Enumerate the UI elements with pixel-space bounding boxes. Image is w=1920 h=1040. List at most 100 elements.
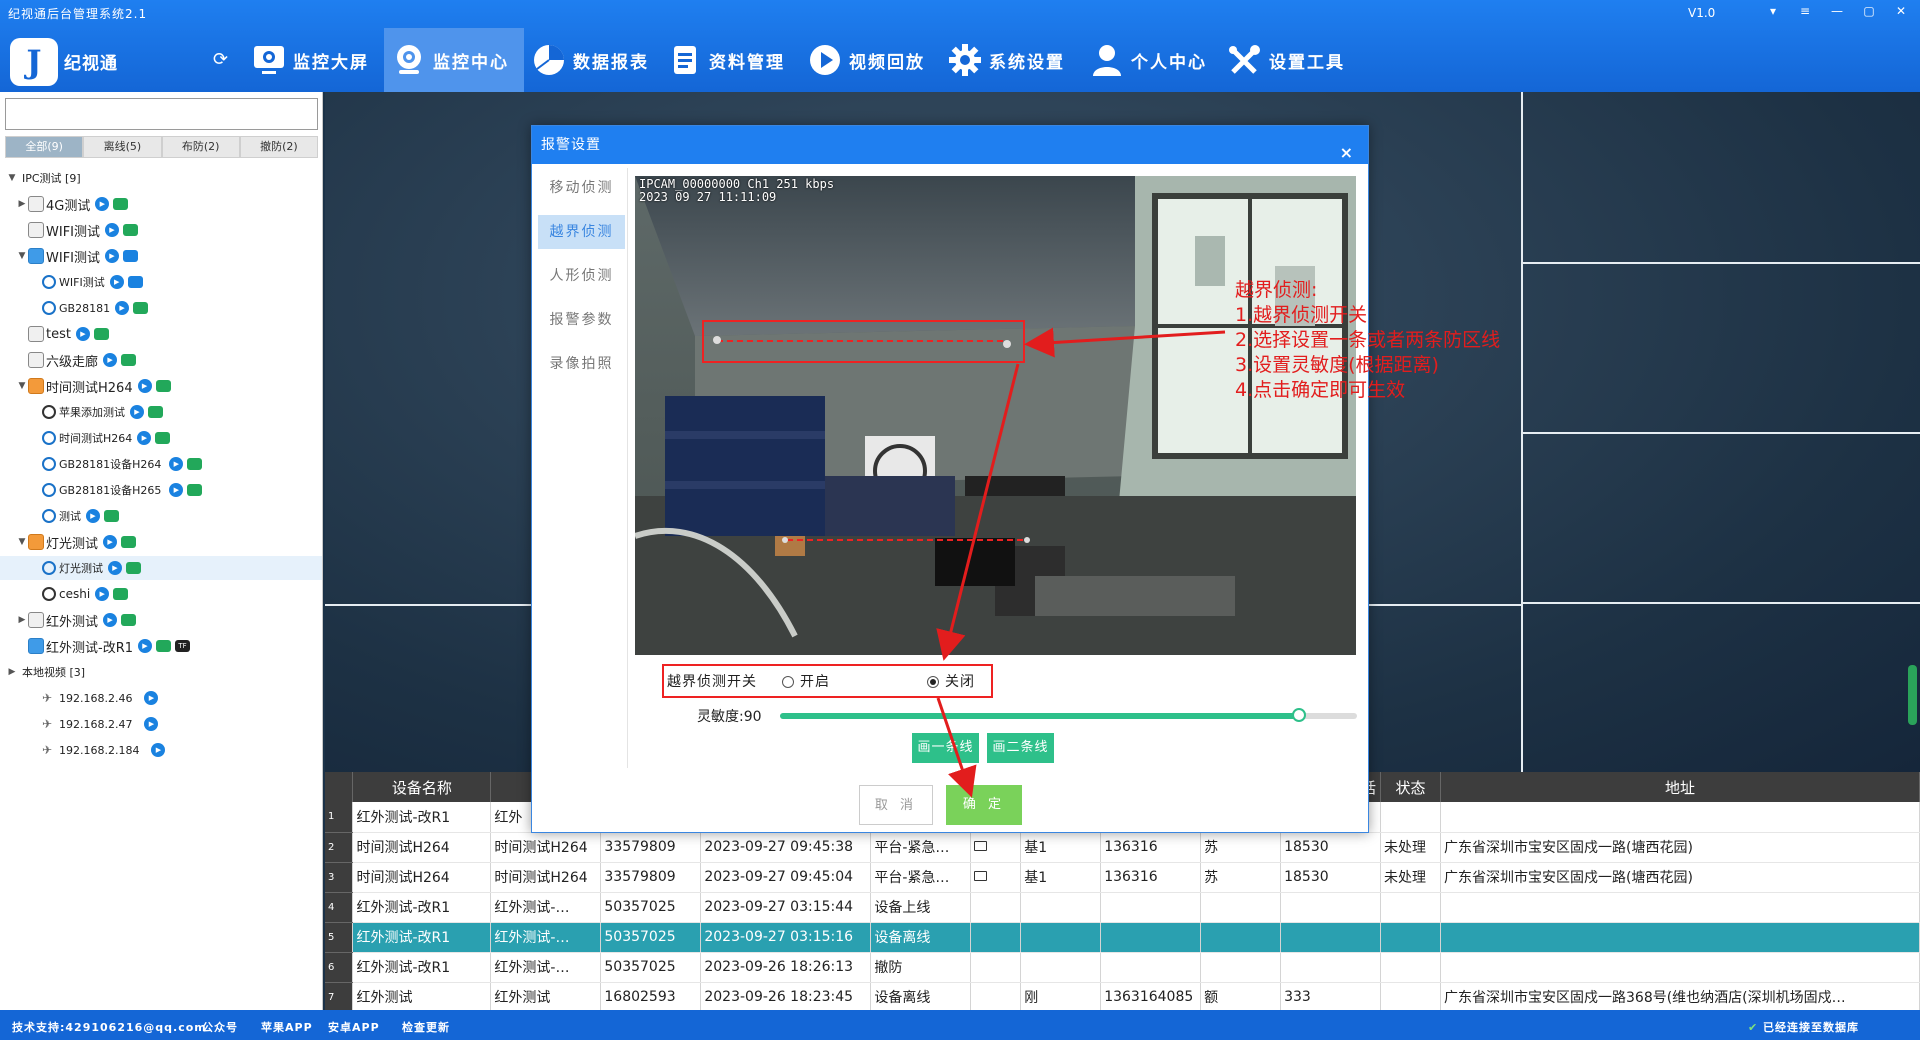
tree-item-wifi2[interactable]: ▼ WIFI测试 ▶ [16, 244, 138, 268]
nav-playback[interactable]: 视频回放 [800, 28, 936, 92]
tree-item-gb-h265[interactable]: GB28181设备H265 ▶ [42, 478, 203, 502]
close-icon[interactable]: × [1340, 134, 1354, 172]
minimize-icon[interactable]: — [1822, 2, 1852, 20]
table-row[interactable]: 7 红外测试 红外测试 16802593 2023-09-26 18:23:45 设备离线… [325, 982, 1920, 1010]
radio-off[interactable] [927, 676, 939, 688]
nav-personal-center[interactable]: 个人中心 [1082, 28, 1218, 92]
tree-item-wifi2-cam[interactable]: WIFI测试 ▶ [42, 270, 143, 294]
tree-item-ip2[interactable]: ✈ 192.168.2.47 ▶ [38, 712, 159, 736]
side-record-snapshot[interactable]: 录像拍照 [538, 347, 625, 381]
draw-one-line-button[interactable]: 画一条线 [912, 733, 979, 763]
side-human-detection[interactable]: 人形侦测 [538, 259, 625, 293]
skin-icon[interactable]: ▾ [1758, 2, 1788, 20]
camera-preview[interactable]: IPCAM_00000000 Ch1 251 kbps 2023 09 27 1… [635, 176, 1356, 655]
tree-item-apple-test[interactable]: 苹果添加测试 ▶ [42, 400, 163, 424]
tree-group-ipc[interactable]: ▼ IPC测试 [9] [6, 166, 81, 190]
tree-item-corridor[interactable]: 六级走廊 ▶ [28, 348, 137, 372]
play-icon[interactable]: ▶ [115, 301, 130, 315]
refresh-icon[interactable]: ⟳ [213, 49, 228, 70]
tree-item-light-test[interactable]: ▼ 灯光测试 ▶ [16, 530, 137, 554]
tree-item-time-h264[interactable]: ▼ 时间测试H264 ▶ [16, 374, 171, 398]
tree-item-wifi1[interactable]: WIFI测试 ▶ [28, 218, 138, 242]
scrollbar[interactable] [1908, 665, 1917, 725]
maximize-icon[interactable]: ▢ [1854, 2, 1884, 20]
play-icon[interactable]: ▶ [144, 691, 159, 705]
image-icon[interactable] [974, 841, 988, 851]
cell-col-status [1380, 982, 1441, 1010]
side-line-crossing[interactable]: 越界侦测 [538, 215, 625, 249]
side-motion-detection[interactable]: 移动侦测 [538, 171, 625, 205]
tree-item-ir-r1[interactable]: 红外测试-改R1 ▶ TF [28, 634, 190, 658]
tree-item-ir-test[interactable]: ▶ 红外测试 ▶ [16, 608, 137, 632]
tree-item-ip1[interactable]: ✈ 192.168.2.46 ▶ [38, 686, 159, 710]
tab-offline[interactable]: 离线(5) [83, 136, 162, 158]
draw-two-lines-button[interactable]: 画二条线 [987, 733, 1054, 763]
tree-item-test[interactable]: test ▶ [28, 322, 109, 346]
wechat-link[interactable]: 公众号 [202, 1019, 238, 1035]
android-app-link[interactable]: 安卓APP [328, 1019, 380, 1035]
close-icon[interactable]: ✕ [1886, 2, 1916, 20]
tab-armed[interactable]: 布防(2) [161, 136, 240, 158]
tree-item-ceshi[interactable]: ceshi ▶ [42, 582, 129, 606]
play-icon[interactable]: ▶ [144, 717, 159, 731]
tree-item-ip3[interactable]: ✈ 192.168.2.184 ▶ [38, 738, 166, 762]
tree-item-time-h264-cam[interactable]: 时间测试H264 ▶ [42, 426, 171, 450]
table-row[interactable]: 6 红外测试-改R1 红外测试-… 50357025 2023-09-26 18:26:… [325, 952, 1920, 983]
play-icon[interactable]: ▶ [86, 509, 100, 523]
table-row[interactable]: 4 红外测试-改R1 红外测试-… 50357025 2023-09-27 03:15:… [325, 892, 1920, 923]
nav-setup-tools[interactable]: 设置工具 [1220, 28, 1360, 92]
device-search-input[interactable] [5, 98, 318, 130]
image-icon[interactable] [974, 871, 988, 881]
tree-group-local-video[interactable]: ▶ 本地视频 [3] [6, 660, 86, 684]
play-icon[interactable]: ▶ [169, 457, 184, 471]
device-icon [28, 326, 44, 342]
apple-app-link[interactable]: 苹果APP [261, 1019, 313, 1035]
tree-item-4g[interactable]: ▶ 4G测试 ▶ [16, 192, 129, 216]
cell-col-2: 时间测试H264 [490, 832, 602, 863]
play-icon[interactable]: ▶ [130, 405, 144, 419]
play-icon[interactable]: ▶ [169, 483, 184, 497]
nav-monitor-center[interactable]: 监控中心 [384, 28, 524, 92]
col-status[interactable]: 状态 [1380, 772, 1441, 802]
play-icon[interactable]: ▶ [151, 743, 166, 757]
tree-item-gb-h264[interactable]: GB28181设备H264 ▶ [42, 452, 203, 476]
play-icon[interactable]: ▶ [108, 561, 122, 575]
slider-handle[interactable] [1292, 708, 1307, 722]
play-icon[interactable]: ▶ [95, 587, 110, 601]
sensitivity-slider[interactable] [780, 708, 1357, 722]
table-row[interactable]: 3 时间测试H264 时间测试H264 33579809 2023-09-27 09:4… [325, 862, 1920, 893]
play-icon[interactable]: ▶ [103, 353, 118, 367]
option-off[interactable]: 关闭 [927, 671, 975, 691]
tab-disarmed[interactable]: 撤防(2) [239, 136, 318, 158]
dialog-header: 报警设置 × [532, 126, 1368, 164]
play-icon[interactable]: ▶ [137, 431, 152, 445]
play-icon[interactable]: ▶ [105, 223, 119, 237]
side-alarm-params[interactable]: 报警参数 [538, 303, 625, 337]
tree-item-gb28181[interactable]: GB28181 ▶ [42, 296, 149, 320]
nav-data-management[interactable]: 资料管理 [660, 28, 796, 92]
col-address[interactable]: 地址 [1440, 772, 1920, 802]
radio-on[interactable] [782, 676, 794, 688]
cancel-button[interactable]: 取 消 [859, 785, 933, 825]
play-icon[interactable]: ▶ [103, 535, 118, 549]
play-icon[interactable]: ▶ [95, 197, 110, 211]
play-icon[interactable]: ▶ [137, 379, 152, 393]
tree-item-light-test-cam[interactable]: 灯光测试 ▶ [0, 556, 322, 580]
table-row[interactable]: 5 红外测试-改R1 红外测试-… 50357025 2023-09-27 03:15:… [325, 922, 1920, 953]
play-icon[interactable]: ▶ [103, 613, 118, 627]
nav-screen[interactable]: 监控大屏 [244, 28, 372, 92]
nav-reports[interactable]: 数据报表 [524, 28, 660, 92]
option-on[interactable]: 开启 [782, 671, 927, 691]
nav-system-settings[interactable]: 系统设置 [940, 28, 1076, 92]
tree-item-ceshi-cn[interactable]: 测试 ▶ [42, 504, 119, 528]
play-icon[interactable]: ▶ [138, 639, 152, 653]
play-icon[interactable]: ▶ [109, 275, 124, 289]
col-device-name[interactable]: 设备名称 [352, 772, 492, 802]
menu-icon[interactable]: ≡ [1790, 2, 1820, 20]
table-row[interactable]: 2 时间测试H264 时间测试H264 33579809 2023-09-27 09:4… [325, 832, 1920, 863]
play-icon[interactable]: ▶ [105, 249, 119, 263]
play-icon[interactable]: ▶ [75, 327, 90, 341]
check-update-link[interactable]: 检查更新 [402, 1019, 450, 1035]
tab-all[interactable]: 全部(9) [5, 136, 84, 158]
confirm-button[interactable]: 确 定 [946, 785, 1022, 825]
